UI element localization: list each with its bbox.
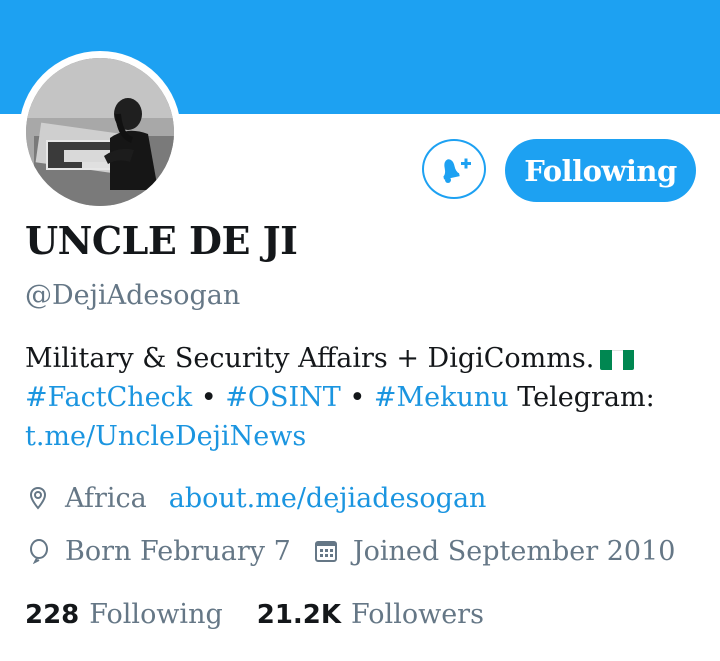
location-pin-icon — [29, 486, 47, 510]
calendar-icon — [314, 541, 337, 562]
followers-count: 21.2K — [256, 599, 342, 630]
display-name: UNCLE DE JI — [25, 218, 298, 263]
hashtag-osint[interactable]: #OSINT — [225, 382, 341, 413]
birthday-text: Born February 7 — [65, 535, 291, 567]
balloon-icon — [30, 539, 48, 564]
avatar-photo-illustration — [26, 58, 174, 206]
following-count: 228 — [25, 599, 80, 630]
avatar-photo — [26, 58, 174, 206]
notifications-toggle-button[interactable] — [422, 139, 486, 199]
location-text: Africa — [65, 482, 147, 514]
profile-meta-row-2: Born February 7 Joined September 2010 — [25, 533, 675, 569]
joined-text: Joined September 2010 — [352, 535, 676, 567]
website-link[interactable]: about.me/dejiadesogan — [169, 483, 487, 514]
followers-stat[interactable]: 21.2K Followers — [257, 599, 484, 630]
telegram-label: Telegram: — [508, 382, 655, 413]
profile-stats: 228 Following 21.2K Followers — [25, 595, 518, 633]
bio-separator: • — [192, 382, 226, 413]
telegram-link[interactable]: t.me/UncleDejiNews — [25, 421, 306, 452]
bio-text: Military & Security Affairs + DigiComms. — [25, 343, 595, 374]
nigeria-flag-icon — [600, 346, 635, 370]
following-button[interactable]: Following — [505, 139, 696, 202]
hashtag-mekunu[interactable]: #Mekunu — [374, 382, 509, 413]
handle: @DejiAdesogan — [25, 280, 241, 311]
following-label: Following — [89, 598, 223, 630]
bio-separator: • — [340, 382, 374, 413]
profile-meta-row-1: Africa about.me/dejiadesogan — [25, 480, 486, 516]
bell-plus-icon — [443, 158, 471, 183]
hashtag-factcheck[interactable]: #FactCheck — [25, 382, 192, 413]
avatar[interactable] — [19, 51, 181, 213]
bio: Military & Security Affairs + DigiComms.… — [25, 339, 705, 456]
followers-label: Followers — [351, 598, 484, 630]
following-stat[interactable]: 228 Following — [25, 599, 223, 630]
